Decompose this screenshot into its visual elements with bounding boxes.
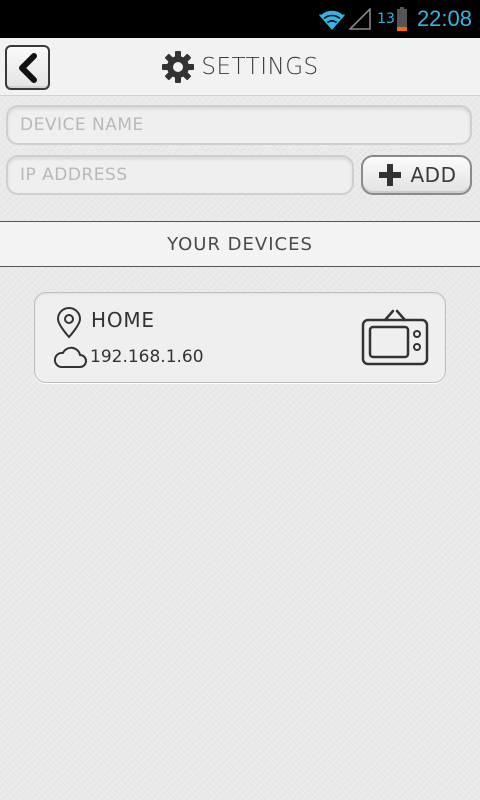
ip-address-input[interactable]: [6, 155, 354, 195]
tv-icon: [361, 309, 429, 366]
header-bar: SETTINGS: [0, 38, 480, 96]
battery-level: 13: [377, 11, 395, 27]
gear-icon: [162, 51, 195, 83]
signal-icon: [349, 8, 371, 30]
back-button[interactable]: [5, 45, 50, 90]
status-bar: 13 22:08: [0, 0, 480, 38]
add-device-button[interactable]: ADD: [361, 155, 472, 195]
device-card[interactable]: HOME 192.168.1.60: [34, 292, 446, 383]
cloud-icon: [53, 346, 87, 368]
battery-icon: [396, 7, 407, 31]
wifi-icon: [319, 9, 346, 30]
device-name-input[interactable]: [6, 105, 472, 145]
device-ip: 192.168.1.60: [90, 347, 204, 367]
devices-section-header: YOUR DEVICES: [0, 221, 480, 267]
section-title: YOUR DEVICES: [167, 233, 313, 255]
add-button-label: ADD: [410, 163, 457, 187]
header-title-group: SETTINGS: [0, 38, 480, 96]
clock: 22:08: [416, 6, 472, 31]
device-name: HOME: [91, 308, 155, 332]
page-title: SETTINGS: [201, 54, 319, 80]
chevron-left-icon: [18, 52, 37, 83]
plus-icon: [378, 164, 401, 186]
location-pin-icon: [56, 307, 82, 339]
